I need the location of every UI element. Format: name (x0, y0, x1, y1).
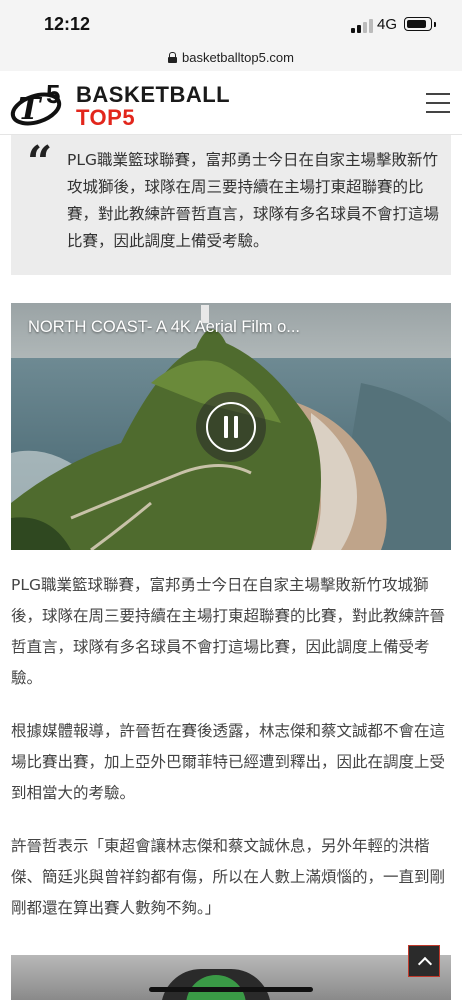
url-text: basketballtop5.com (181, 50, 294, 65)
scroll-to-top-button[interactable] (408, 945, 440, 977)
signal-icon (351, 19, 373, 33)
status-bar: 12:12 4G (0, 0, 462, 44)
home-indicator[interactable] (149, 987, 313, 992)
hamburger-menu-icon[interactable] (426, 93, 450, 113)
network-type: 4G (377, 16, 398, 33)
article-paragraph: 根據媒體報導，許晉哲在賽後透露，林志傑和蔡文誠都不會在這場比賽出賽，加上亞外巴爾… (11, 722, 446, 802)
svg-text:5: 5 (46, 79, 60, 109)
article-image (11, 955, 451, 1000)
battery-icon (404, 17, 436, 31)
article-quote: “ PLG職業籃球聯賽，富邦勇士今日在自家主場擊敗新竹攻城獅後，球隊在周三要持續… (11, 135, 451, 275)
svg-text:T: T (18, 92, 43, 127)
article-paragraph: PLG職業籃球聯賽，富邦勇士今日在自家主場擊敗新竹攻城獅後，球隊在周三要持續在主… (11, 576, 446, 687)
quote-text: PLG職業籃球聯賽，富邦勇士今日在自家主場擊敗新竹攻城獅後，球隊在周三要持續在主… (67, 151, 440, 250)
url-bar[interactable]: basketballtop5.com (0, 44, 462, 71)
lock-icon (167, 52, 177, 63)
video-title: NORTH COAST- A 4K Aerial Film o... (28, 318, 301, 336)
status-time: 12:12 (44, 14, 91, 34)
site-header: T 5 BASKETBALL TOP5 (0, 71, 462, 135)
quote-icon: “ (27, 137, 53, 188)
logo-text-top5: TOP5 (76, 105, 136, 130)
pause-icon[interactable] (196, 392, 266, 462)
video-player[interactable]: NORTH COAST- A 4K Aerial Film o... (11, 303, 451, 550)
article-paragraph: 許晉哲表示「東超會讓林志傑和蔡文誠休息，另外年輕的洪楷傑、簡廷兆與曾祥鈞都有傷，… (11, 837, 446, 917)
logo-icon[interactable]: T 5 (8, 79, 72, 127)
